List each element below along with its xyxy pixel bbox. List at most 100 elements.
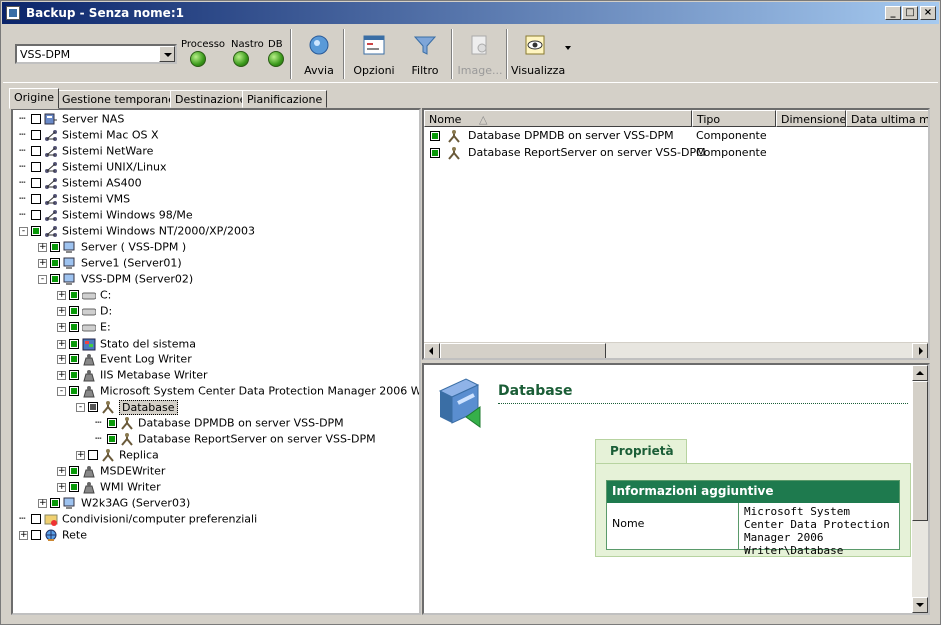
tree-item[interactable]: - Database (76, 399, 178, 416)
expand-icon[interactable]: + (57, 306, 66, 316)
tree-item[interactable]: - Microsoft System Center Data Protection… (57, 384, 419, 400)
tree-item[interactable]: + E: (57, 320, 111, 336)
tree-item[interactable]: ┄ Database DPMDB on server VSS-DPM (95, 416, 344, 432)
scroll-thumb[interactable] (440, 343, 606, 358)
row-checkbox[interactable] (430, 131, 440, 141)
scroll-down-button[interactable] (912, 597, 928, 613)
tree-checkbox[interactable] (88, 402, 98, 412)
list-item[interactable]: Database ReportServer on server VSS-DPM (430, 146, 706, 162)
tree-item[interactable]: + C: (57, 288, 111, 304)
tree-checkbox[interactable] (50, 242, 60, 252)
collapse-icon[interactable]: - (19, 226, 28, 236)
start-button[interactable]: Avvia (299, 31, 339, 79)
tree-checkbox[interactable] (50, 258, 60, 268)
chevron-down-icon[interactable] (159, 46, 175, 62)
expand-icon[interactable]: + (57, 290, 66, 300)
column-header-tipo[interactable]: Tipo (692, 110, 776, 127)
tree-item[interactable]: + Server ( VSS-DPM ) (38, 240, 186, 256)
tree-checkbox[interactable] (31, 114, 41, 124)
image-button[interactable]: Image... (457, 31, 503, 79)
tree-checkbox[interactable] (31, 226, 41, 236)
expand-icon[interactable]: + (19, 530, 28, 540)
tree-item[interactable]: ┄ Sistemi VMS (19, 192, 130, 208)
horizontal-scrollbar[interactable] (424, 342, 928, 358)
options-button[interactable]: Opzioni (350, 31, 398, 79)
tree-checkbox[interactable] (69, 466, 79, 476)
close-button[interactable]: × (920, 6, 936, 20)
tab-proprieta[interactable]: Proprietà (595, 439, 687, 463)
tree-checkbox[interactable] (88, 450, 98, 460)
tree-checkbox[interactable] (107, 434, 117, 444)
tree-checkbox[interactable] (69, 482, 79, 492)
vertical-scrollbar[interactable] (912, 365, 928, 613)
expand-icon[interactable]: + (38, 242, 47, 252)
tree-item[interactable]: + Replica (76, 448, 159, 464)
tree-item[interactable]: + Stato del sistema (57, 337, 196, 353)
tree-checkbox[interactable] (69, 370, 79, 380)
column-header-data-ultima-mod[interactable]: Data ultima mod (846, 110, 928, 127)
source-tree[interactable]: ┄ Server NAS ┄ Sistemi Mac OS X ┄ Sistemi Net… (11, 108, 421, 615)
row-checkbox[interactable] (430, 148, 440, 158)
file-list[interactable]: Nome △ Tipo Dimensione Data ultima mod D… (422, 108, 930, 360)
expand-icon[interactable]: + (76, 450, 85, 460)
view-dropdown-arrow-icon[interactable] (565, 46, 571, 50)
tree-checkbox[interactable] (50, 498, 60, 508)
tree-checkbox[interactable] (31, 210, 41, 220)
expand-icon[interactable]: + (38, 258, 47, 268)
scroll-left-button[interactable] (424, 343, 440, 358)
expand-icon[interactable]: + (57, 466, 66, 476)
expand-icon[interactable]: + (57, 482, 66, 492)
tree-item[interactable]: + MSDEWriter (57, 464, 165, 480)
tab-destinazione[interactable]: Destinazione (170, 90, 252, 108)
tree-checkbox[interactable] (31, 146, 41, 156)
tree-item[interactable]: + W2k3AG (Server03) (38, 496, 190, 512)
tree-item[interactable]: + WMI Writer (57, 480, 161, 496)
tree-checkbox[interactable] (107, 418, 117, 428)
maximize-button[interactable]: □ (902, 6, 918, 20)
tree-checkbox[interactable] (31, 130, 41, 140)
tree-item[interactable]: + IIS Metabase Writer (57, 368, 208, 384)
tree-item[interactable]: ┄ Condivisioni/computer preferenziali (19, 512, 257, 528)
expand-icon[interactable]: + (57, 370, 66, 380)
tree-item[interactable]: + Serve1 (Server01) (38, 256, 182, 272)
tree-checkbox[interactable] (69, 322, 79, 332)
tree-checkbox[interactable] (31, 162, 41, 172)
tree-checkbox[interactable] (31, 530, 41, 540)
tree-checkbox[interactable] (69, 290, 79, 300)
tree-item[interactable]: ┄ Server NAS (19, 112, 124, 128)
expand-icon[interactable]: + (57, 354, 66, 364)
tree-item[interactable]: ┄ Sistemi Windows 98/Me (19, 208, 193, 224)
tree-checkbox[interactable] (69, 339, 79, 349)
tree-item[interactable]: + Rete (19, 528, 87, 544)
tree-item[interactable]: ┄ Sistemi AS400 (19, 176, 142, 192)
expand-icon[interactable]: + (57, 322, 66, 332)
tree-item[interactable]: + Event Log Writer (57, 352, 192, 368)
expand-icon[interactable]: + (57, 339, 66, 349)
tree-checkbox[interactable] (69, 386, 79, 396)
scroll-up-button[interactable] (912, 365, 928, 381)
tree-item[interactable]: ┄ Sistemi UNIX/Linux (19, 160, 167, 176)
tree-checkbox[interactable] (69, 306, 79, 316)
tree-item[interactable]: ┄ Sistemi Mac OS X (19, 128, 159, 144)
tree-item[interactable]: ┄ Sistemi NetWare (19, 144, 153, 160)
tree-item[interactable]: + D: (57, 304, 112, 320)
scroll-thumb[interactable] (912, 381, 928, 521)
collapse-icon[interactable]: - (76, 402, 85, 412)
tree-checkbox[interactable] (50, 274, 60, 284)
tree-checkbox[interactable] (31, 514, 41, 524)
collapse-icon[interactable]: - (57, 386, 66, 396)
tree-checkbox[interactable] (31, 178, 41, 188)
list-item[interactable]: Database DPMDB on server VSS-DPM (430, 129, 674, 145)
tree-item[interactable]: - VSS-DPM (Server02) (38, 272, 193, 288)
minimize-button[interactable]: _ (885, 6, 901, 20)
tab-pianificazione[interactable]: Pianificazione (242, 90, 328, 108)
column-header-nome[interactable]: Nome △ (424, 110, 692, 127)
tree-item[interactable]: - Sistemi Windows NT/2000/XP/2003 (19, 224, 255, 240)
tree-checkbox[interactable] (31, 194, 41, 204)
filter-button[interactable]: Filtro (405, 31, 445, 79)
view-button[interactable]: Visualizza (511, 31, 565, 79)
scroll-right-button[interactable] (912, 343, 928, 358)
tree-item[interactable]: ┄ Database ReportServer on server VSS-DPM (95, 432, 376, 448)
collapse-icon[interactable]: - (38, 274, 47, 284)
column-header-dimensione[interactable]: Dimensione (776, 110, 846, 127)
